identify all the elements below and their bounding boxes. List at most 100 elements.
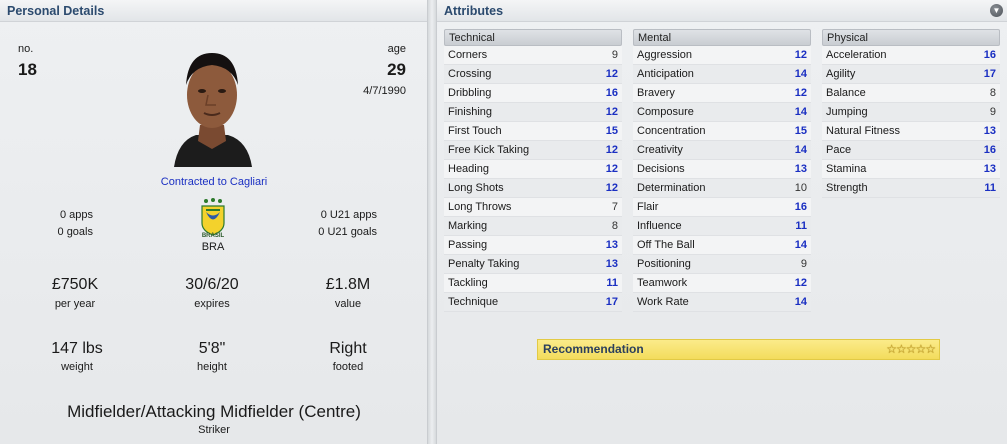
attribute-name: Acceleration (826, 49, 887, 61)
attribute-row[interactable]: Bravery 12 (633, 84, 811, 103)
attribute-row[interactable]: Strength 11 (822, 179, 1000, 198)
attribute-value: 9 (989, 106, 996, 118)
preferred-foot-label: footed (332, 361, 364, 373)
nation-badge[interactable]: BRASIL (198, 197, 228, 243)
attribute-row[interactable]: Heading 12 (444, 160, 622, 179)
attribute-row[interactable]: Concentration 15 (633, 122, 811, 141)
attribute-row[interactable]: Composure 14 (633, 103, 811, 122)
mental-header: Mental (633, 29, 811, 46)
attribute-value: 15 (794, 125, 807, 137)
attributes-title: Attributes (444, 4, 504, 18)
attribute-name: Pace (826, 144, 852, 156)
attribute-value: 12 (605, 182, 618, 194)
attribute-row[interactable]: First Touch 15 (444, 122, 622, 141)
attribute-value: 11 (606, 277, 618, 289)
attribute-value: 12 (794, 49, 807, 61)
attribute-name: Teamwork (637, 277, 688, 289)
nation-badge-text: BRASIL (201, 233, 225, 239)
attribute-row[interactable]: Finishing 12 (444, 103, 622, 122)
attribute-name: Marking (448, 220, 488, 232)
attribute-name: Flair (637, 201, 659, 213)
attribute-value: 7 (611, 201, 618, 213)
attribute-name: Concentration (637, 125, 706, 137)
attribute-row[interactable]: Flair 16 (633, 198, 811, 217)
attribute-row[interactable]: Teamwork 12 (633, 274, 811, 293)
attribute-name: Crossing (448, 68, 492, 80)
attribute-name: Natural Fitness (826, 125, 900, 137)
attribute-value: 16 (794, 201, 807, 213)
attribute-row[interactable]: Aggression 12 (633, 46, 811, 65)
attribute-value: 16 (983, 49, 996, 61)
attribute-row[interactable]: Balance 8 (822, 84, 1000, 103)
personal-details-header: Personal Details (0, 0, 427, 22)
attribute-name: Free Kick Taking (448, 144, 530, 156)
attribute-row[interactable]: Penalty Taking 13 (444, 255, 622, 274)
attribute-row[interactable]: Long Throws 7 (444, 198, 622, 217)
attribute-value: 14 (794, 144, 807, 156)
attribute-value: 12 (794, 87, 807, 99)
age-label: age (387, 43, 406, 55)
contract-link[interactable]: Contracted to Cagliari (0, 176, 428, 188)
attribute-name: Finishing (448, 106, 493, 118)
attribute-value: 14 (794, 239, 807, 251)
attribute-row[interactable]: Technique 17 (444, 293, 622, 312)
age-value: 29 (387, 60, 406, 79)
attribute-row[interactable]: Off The Ball 14 (633, 236, 811, 255)
recommendation-bar[interactable]: Recommendation ☆☆☆☆☆ (537, 339, 940, 360)
height-value: 5'8" (198, 340, 226, 357)
attribute-name: Aggression (637, 49, 693, 61)
physical-column: Physical Acceleration 16 Agility 17 Balance 8… (822, 29, 1000, 198)
u21-apps-count: 0 U21 apps (320, 209, 377, 221)
attribute-row[interactable]: Positioning 9 (633, 255, 811, 274)
panel-options-icon[interactable]: ▼ (990, 4, 1003, 17)
attribute-row[interactable]: Creativity 14 (633, 141, 811, 160)
attribute-name: Penalty Taking (448, 258, 520, 270)
attribute-value: 17 (605, 296, 618, 308)
attribute-name: Strength (826, 182, 868, 194)
attribute-row[interactable]: Determination 10 (633, 179, 811, 198)
attribute-row[interactable]: Natural Fitness 13 (822, 122, 1000, 141)
attribute-name: Bravery (637, 87, 675, 99)
attribute-row[interactable]: Influence 11 (633, 217, 811, 236)
attribute-row[interactable]: Jumping 9 (822, 103, 1000, 122)
apps-count: 0 apps (59, 209, 93, 221)
attribute-name: Corners (448, 49, 488, 61)
mental-column: Mental Aggression 12 Anticipation 14 Bravery… (633, 29, 811, 312)
attribute-row[interactable]: Free Kick Taking 12 (444, 141, 622, 160)
attribute-row[interactable]: Crossing 12 (444, 65, 622, 84)
attribute-value: 16 (605, 87, 618, 99)
attribute-row[interactable]: Passing 13 (444, 236, 622, 255)
nation-code: BRA (201, 241, 225, 253)
attribute-row[interactable]: Anticipation 14 (633, 65, 811, 84)
height-label: height (197, 361, 227, 373)
attribute-row[interactable]: Long Shots 12 (444, 179, 622, 198)
attribute-row[interactable]: Dribbling 16 (444, 84, 622, 103)
attribute-row[interactable]: Corners 9 (444, 46, 622, 65)
attribute-value: 13 (983, 163, 996, 175)
attribute-row[interactable]: Acceleration 16 (822, 46, 1000, 65)
attribute-row[interactable]: Tackling 11 (444, 274, 622, 293)
attribute-row[interactable]: Pace 16 (822, 141, 1000, 160)
attribute-value: 13 (794, 163, 807, 175)
attribute-value: 12 (605, 144, 618, 156)
personal-details-panel: Personal Details no. 18 age 29 4/7/1990 … (0, 0, 428, 444)
attribute-row[interactable]: Stamina 13 (822, 160, 1000, 179)
panel-splitter[interactable] (428, 0, 436, 444)
squad-number: 18 (18, 60, 37, 79)
physical-header: Physical (822, 29, 1000, 46)
u21-goals-count: 0 U21 goals (318, 226, 377, 238)
attribute-value: 12 (794, 277, 807, 289)
attribute-name: Agility (826, 68, 856, 80)
technical-header: Technical (444, 29, 622, 46)
attribute-row[interactable]: Decisions 13 (633, 160, 811, 179)
wage-label: per year (54, 298, 96, 310)
attribute-row[interactable]: Work Rate 14 (633, 293, 811, 312)
attribute-value: 8 (989, 87, 996, 99)
attribute-row[interactable]: Agility 17 (822, 65, 1000, 84)
attribute-row[interactable]: Marking 8 (444, 217, 622, 236)
position-secondary: Striker (198, 424, 230, 436)
wage-value: £750K (51, 276, 99, 293)
attribute-value: 12 (605, 106, 618, 118)
technical-column: Technical Corners 9 Crossing 12 Dribbling 16 F… (444, 29, 622, 312)
attribute-value: 8 (611, 220, 618, 232)
